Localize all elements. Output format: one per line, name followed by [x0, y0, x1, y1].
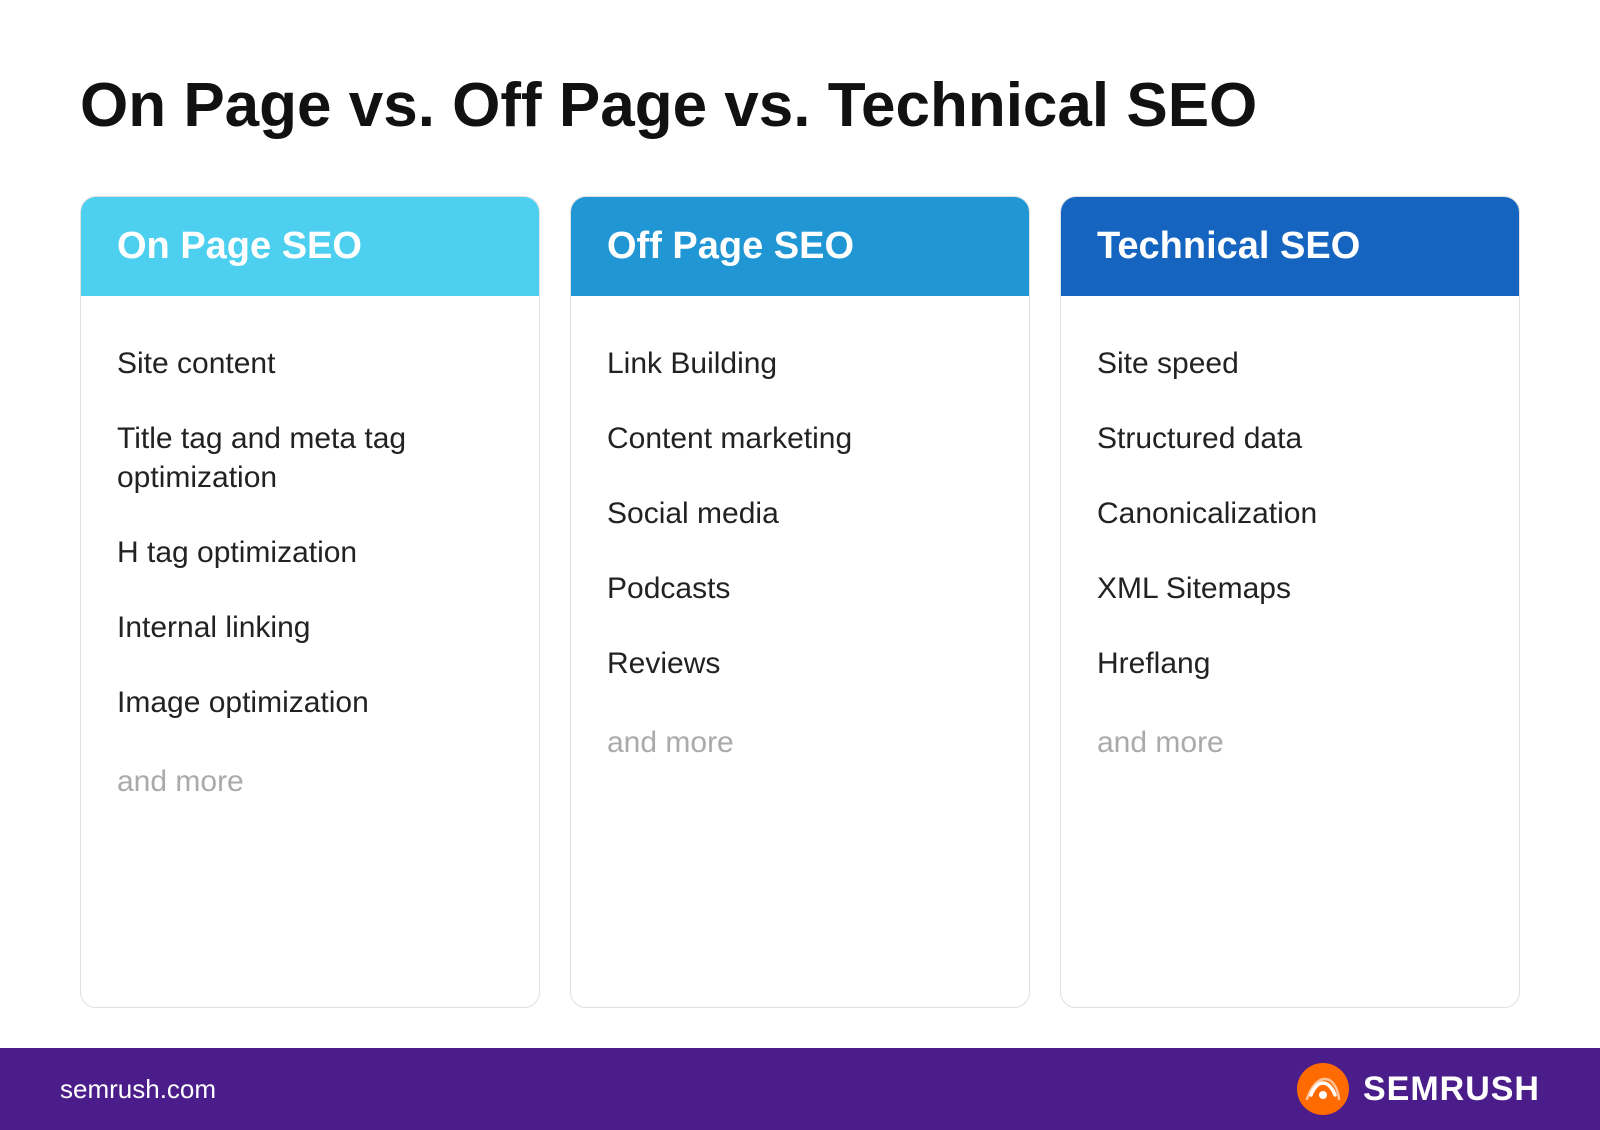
list-item: Site content [117, 326, 503, 401]
semrush-brand-text: SEMRUSH [1363, 1070, 1540, 1109]
list-item: Reviews [607, 626, 993, 701]
card-header-off-page: Off Page SEO [571, 197, 1029, 296]
card-technical: Technical SEOSite speedStructured dataCa… [1060, 196, 1520, 1008]
list-item: Canonicalization [1097, 476, 1483, 551]
and-more-off-page: and more [607, 705, 993, 780]
card-header-on-page: On Page SEO [81, 197, 539, 296]
footer: semrush.com SEMRUSH [0, 1048, 1600, 1130]
list-item: H tag optimization [117, 515, 503, 590]
list-item: Title tag and meta tag optimization [117, 401, 503, 515]
list-item: Site speed [1097, 326, 1483, 401]
and-more-on-page: and more [117, 744, 503, 819]
list-item: Image optimization [117, 665, 503, 740]
list-item: Link Building [607, 326, 993, 401]
semrush-logo: SEMRUSH [1297, 1063, 1540, 1115]
card-body-off-page: Link BuildingContent marketingSocial med… [571, 296, 1029, 1007]
list-item: Structured data [1097, 401, 1483, 476]
list-item: Internal linking [117, 590, 503, 665]
card-header-technical: Technical SEO [1061, 197, 1519, 296]
footer-url: semrush.com [60, 1074, 216, 1105]
card-off-page: Off Page SEOLink BuildingContent marketi… [570, 196, 1030, 1008]
list-item: Podcasts [607, 551, 993, 626]
card-body-on-page: Site contentTitle tag and meta tag optim… [81, 296, 539, 1007]
main-content: On Page vs. Off Page vs. Technical SEO O… [0, 0, 1600, 1048]
card-on-page: On Page SEOSite contentTitle tag and met… [80, 196, 540, 1008]
card-body-technical: Site speedStructured dataCanonicalizatio… [1061, 296, 1519, 1007]
list-item: Content marketing [607, 401, 993, 476]
page-title: On Page vs. Off Page vs. Technical SEO [80, 70, 1520, 141]
list-item: Social media [607, 476, 993, 551]
list-item: XML Sitemaps [1097, 551, 1483, 626]
semrush-icon [1297, 1063, 1349, 1115]
cards-container: On Page SEOSite contentTitle tag and met… [80, 196, 1520, 1008]
and-more-technical: and more [1097, 705, 1483, 780]
list-item: Hreflang [1097, 626, 1483, 701]
